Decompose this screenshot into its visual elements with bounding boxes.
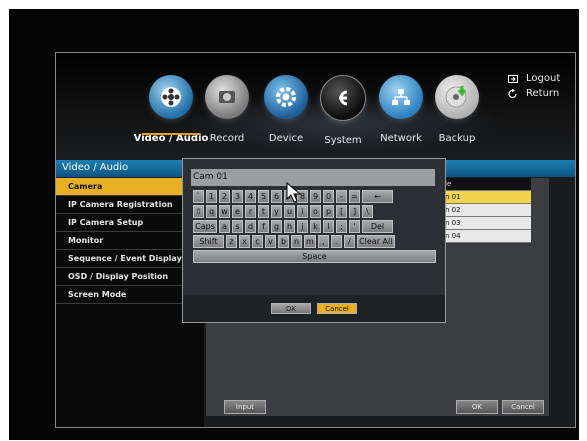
- key-row-qwerty: ⇧ q w e r t y u i o p [ ] \: [193, 205, 436, 218]
- key[interactable]: ,: [317, 235, 329, 248]
- key[interactable]: 4: [245, 190, 256, 203]
- key[interactable]: \: [362, 205, 373, 218]
- key[interactable]: b: [278, 235, 289, 248]
- space-key[interactable]: Space: [193, 250, 436, 263]
- key[interactable]: 0: [323, 190, 334, 203]
- key[interactable]: ': [349, 220, 360, 233]
- network-icon: [379, 75, 423, 119]
- key[interactable]: z: [226, 235, 237, 248]
- key[interactable]: .: [330, 235, 342, 248]
- nav-label: Record: [209, 133, 245, 144]
- nav-label: Network: [380, 133, 422, 144]
- dialog-button-bar: OK Cancel: [183, 295, 445, 322]
- logout-icon: [508, 74, 518, 84]
- keyboard-text-input[interactable]: Cam 01: [191, 169, 435, 186]
- table-row[interactable]: n 01: [441, 191, 531, 204]
- key[interactable]: [: [336, 205, 347, 218]
- key[interactable]: e: [232, 205, 243, 218]
- key[interactable]: 9: [310, 190, 321, 203]
- key[interactable]: w: [219, 205, 230, 218]
- dvr-menu-frame: Video / Audio Record Device System Netwo…: [55, 52, 576, 428]
- return-button[interactable]: Return: [508, 88, 559, 99]
- mouse-cursor-icon: [286, 182, 302, 203]
- dialog-cancel-button[interactable]: Cancel: [317, 303, 357, 314]
- key-row-asdf: Caps a s d f g h j k l ; ' Del: [193, 220, 436, 233]
- key[interactable]: 6: [271, 190, 282, 203]
- camera-title-table: le n 01 n 02 n 03 n 04: [441, 178, 531, 243]
- key[interactable]: f: [258, 220, 269, 233]
- key[interactable]: -: [336, 190, 347, 203]
- virtual-keyboard-dialog: Cam 01 ` 1 2 3 4 5 6 7 8 9 0 - = ←: [182, 158, 446, 323]
- logout-label: Logout: [526, 73, 561, 84]
- backspace-key[interactable]: ←: [362, 190, 393, 203]
- delete-key[interactable]: Del: [362, 220, 393, 233]
- key[interactable]: 3: [232, 190, 243, 203]
- key[interactable]: y: [271, 205, 282, 218]
- key[interactable]: i: [297, 205, 308, 218]
- keyboard-keys: ` 1 2 3 4 5 6 7 8 9 0 - = ← ⇧ q: [193, 190, 436, 263]
- key[interactable]: ;: [336, 220, 347, 233]
- nav-backup[interactable]: Backup: [422, 75, 492, 144]
- shift-key[interactable]: Shift: [193, 235, 224, 248]
- key[interactable]: q: [206, 205, 217, 218]
- key[interactable]: v: [265, 235, 276, 248]
- key[interactable]: r: [245, 205, 256, 218]
- key[interactable]: ]: [349, 205, 360, 218]
- film-reel-icon: [149, 75, 193, 119]
- key[interactable]: k: [310, 220, 321, 233]
- dialog-ok-button[interactable]: OK: [271, 303, 311, 314]
- key[interactable]: n: [291, 235, 302, 248]
- nav-label: Device: [268, 133, 304, 144]
- key[interactable]: p: [323, 205, 334, 218]
- table-row[interactable]: n 02: [441, 204, 531, 217]
- key[interactable]: 1: [206, 190, 217, 203]
- shift-up-key[interactable]: ⇧: [193, 205, 204, 218]
- nav-label: System: [324, 135, 362, 146]
- dvr-screen: Video / Audio Record Device System Netwo…: [9, 9, 579, 440]
- gear-icon: [264, 75, 308, 119]
- top-navigation-bar: Video / Audio Record Device System Netwo…: [56, 53, 575, 158]
- key[interactable]: 5: [258, 190, 269, 203]
- cancel-button[interactable]: Cancel: [502, 400, 544, 414]
- key[interactable]: 2: [219, 190, 230, 203]
- caps-key[interactable]: Caps: [193, 220, 217, 233]
- key[interactable]: d: [245, 220, 256, 233]
- key-row-zxcv: Shift z x c v b n m , . / Clear All: [193, 235, 436, 248]
- key[interactable]: u: [284, 205, 295, 218]
- key[interactable]: g: [271, 220, 282, 233]
- active-tab-indicator: [142, 133, 200, 135]
- key[interactable]: o: [310, 205, 321, 218]
- return-label: Return: [526, 88, 560, 99]
- menu-title: Video / Audio: [62, 162, 129, 173]
- key[interactable]: j: [297, 220, 308, 233]
- input-button[interactable]: Input: [224, 400, 266, 414]
- record-icon: [205, 75, 249, 119]
- key[interactable]: c: [252, 235, 263, 248]
- disc-backup-icon: [435, 75, 479, 119]
- key[interactable]: /: [343, 235, 355, 248]
- key[interactable]: a: [219, 220, 230, 233]
- key-row-numbers: ` 1 2 3 4 5 6 7 8 9 0 - = ←: [193, 190, 436, 203]
- key[interactable]: h: [284, 220, 295, 233]
- key[interactable]: m: [304, 235, 316, 248]
- table-row[interactable]: n 03: [441, 217, 531, 230]
- clear-all-key[interactable]: Clear All: [356, 235, 395, 248]
- key[interactable]: =: [349, 190, 360, 203]
- nav-label: Backup: [438, 133, 476, 144]
- ok-button[interactable]: OK: [456, 400, 498, 414]
- key[interactable]: x: [239, 235, 250, 248]
- system-icon: [320, 75, 366, 121]
- key[interactable]: t: [258, 205, 269, 218]
- logout-button[interactable]: Logout: [508, 73, 560, 84]
- table-row[interactable]: n 04: [441, 230, 531, 243]
- key[interactable]: `: [193, 190, 204, 203]
- key[interactable]: l: [323, 220, 334, 233]
- return-icon: [508, 88, 518, 99]
- table-header: le: [441, 178, 531, 191]
- key[interactable]: s: [232, 220, 243, 233]
